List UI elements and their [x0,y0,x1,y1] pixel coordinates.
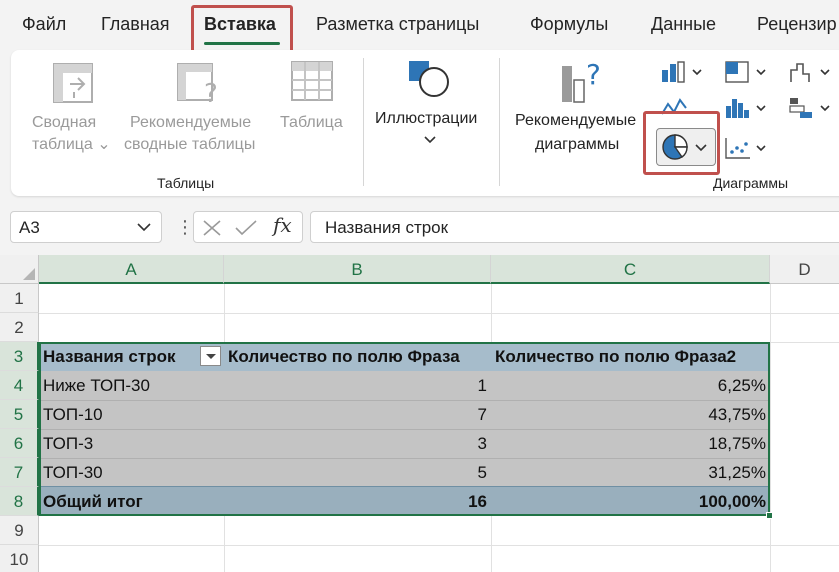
statistic-chart-icon[interactable] [724,96,768,120]
pivot-table-label-2: таблица ⌄ [32,136,111,153]
illustrations-label[interactable]: Иллюстрации [375,108,477,130]
tab-data[interactable]: Данные [651,14,716,35]
illustrations-icon[interactable] [406,58,456,102]
column-header-b[interactable]: B [224,255,491,284]
recommended-pivot-label-2: сводные таблицы [124,136,256,153]
more-options-icon[interactable]: ⋮ [176,217,194,238]
tab-file[interactable]: Файл [22,14,66,35]
row-header-4[interactable]: 4 [0,371,39,400]
chevron-down-icon [137,223,151,232]
recommended-charts-label-1[interactable]: Рекомендуемые [515,110,636,132]
gridline [39,545,839,546]
scatter-chart-icon[interactable] [724,136,768,160]
pivot-table-icon[interactable] [52,62,96,106]
separator [499,58,500,186]
recommended-pivot-icon[interactable]: ? [176,60,222,106]
tab-formulas[interactable]: Формулы [530,14,608,35]
name-box-value: A3 [19,218,40,237]
highlight-insert-tab [191,5,293,55]
row-header-3[interactable]: 3 [0,342,39,371]
row-header-6[interactable]: 6 [0,429,39,458]
select-all-button[interactable] [0,255,39,284]
combo-chart-icon[interactable] [788,96,832,120]
pivot-table-label-1: Сводная [32,114,97,131]
insert-function-icon[interactable]: fx [273,213,292,237]
svg-text:?: ? [586,58,601,91]
table-icon[interactable] [290,60,334,104]
column-header-a[interactable]: A [39,255,224,284]
gridline [39,313,839,314]
tab-page-layout[interactable]: Разметка страницы [316,14,479,35]
name-box[interactable]: A3 [10,211,162,243]
recommended-pivot-label-1: Рекомендуемые [130,114,252,131]
hierarchy-chart-icon[interactable] [724,60,768,84]
formula-value: Названия строк [325,218,449,237]
column-chart-icon[interactable] [660,60,704,84]
recommended-charts-label-2[interactable]: диаграммы [535,134,619,156]
menu-tabs: Файл Главная Вставка Разметка страницы Ф… [0,0,839,50]
selection-range [39,342,770,516]
tab-home[interactable]: Главная [101,14,170,35]
row-header-2[interactable]: 2 [0,313,39,342]
cancel-icon[interactable] [202,219,222,237]
recommended-charts-icon[interactable]: ? [560,58,608,104]
formula-input[interactable]: Названия строк [310,211,839,243]
column-header-c[interactable]: C [491,255,770,284]
waterfall-chart-icon[interactable] [788,60,832,84]
table-label: Таблица [280,114,343,131]
row-header-7[interactable]: 7 [0,458,39,487]
fill-handle[interactable] [766,512,773,519]
row-header-8[interactable]: 8 [0,487,39,516]
svg-text:?: ? [204,79,218,106]
row-header-9[interactable]: 9 [0,516,39,545]
highlight-pie-chart [643,111,720,175]
row-header-1[interactable]: 1 [0,284,39,313]
row-header-5[interactable]: 5 [0,400,39,429]
column-header-d[interactable]: D [770,255,839,284]
group-tables: Таблицы [157,175,215,191]
gridline [770,284,771,572]
chevron-down-icon [424,136,436,144]
tab-review[interactable]: Рецензир [757,14,837,35]
group-charts: Диаграммы [713,175,789,191]
enter-icon[interactable] [234,219,258,237]
separator [363,58,364,186]
row-header-10[interactable]: 10 [0,545,39,572]
